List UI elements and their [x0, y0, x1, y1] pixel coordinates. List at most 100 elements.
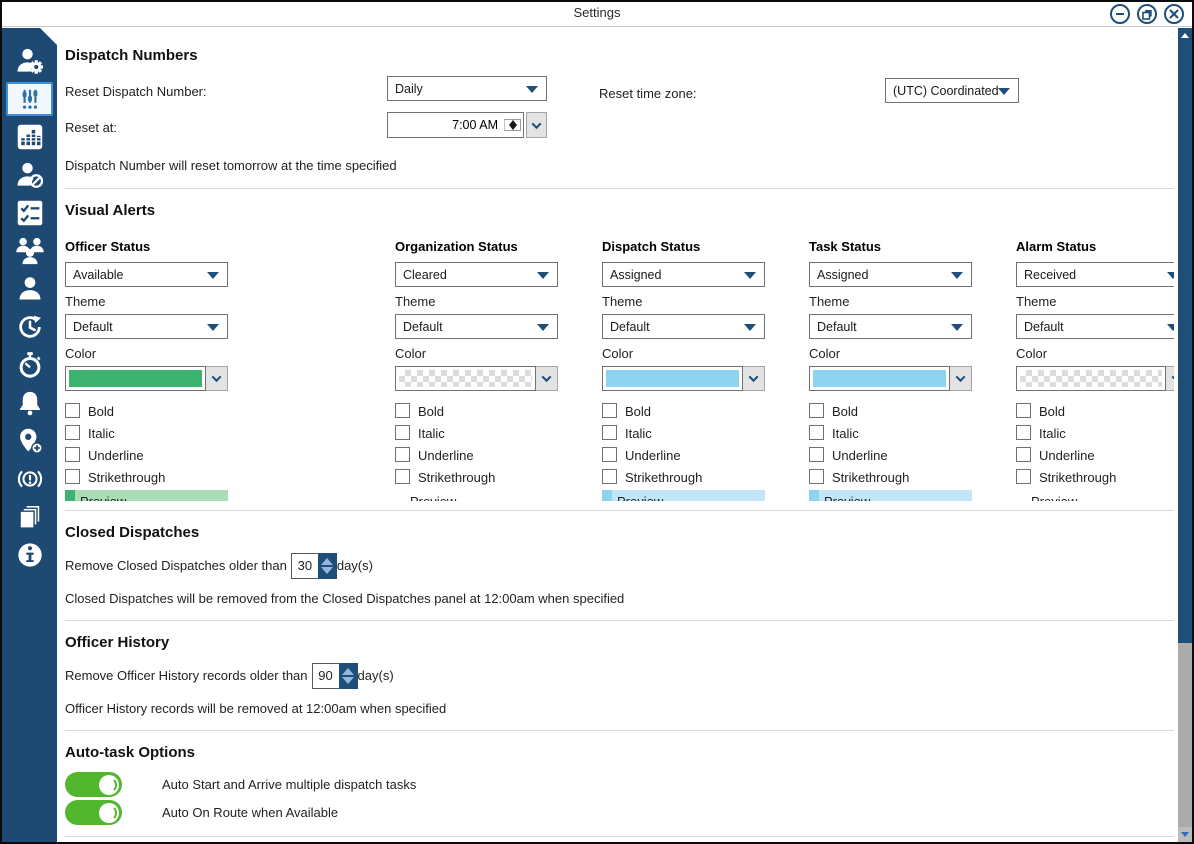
bold-checkbox-row[interactable]: Bold	[65, 399, 228, 421]
sidebar-item-stopwatch[interactable]	[6, 348, 53, 382]
alarm-status-dropdown[interactable]: Received	[1016, 262, 1174, 287]
strikethrough-checkbox-row[interactable]: Strikethrough	[1016, 465, 1174, 487]
strikethrough-checkbox[interactable]	[65, 468, 80, 484]
underline-checkbox[interactable]	[602, 446, 617, 462]
italic-checkbox-row[interactable]: Italic	[602, 421, 765, 443]
italic-checkbox-row[interactable]: Italic	[65, 421, 228, 443]
officer-theme-dropdown[interactable]: Default	[65, 314, 228, 339]
bold-checkbox[interactable]	[65, 402, 80, 418]
time-spin-down[interactable]	[505, 125, 520, 130]
officer-status-dropdown[interactable]: Available	[65, 262, 228, 287]
bold-checkbox[interactable]	[809, 402, 824, 418]
underline-checkbox-row[interactable]: Underline	[602, 443, 765, 465]
bold-checkbox-row[interactable]: Bold	[1016, 399, 1174, 421]
task-theme-dropdown[interactable]: Default	[809, 314, 972, 339]
color-dropdown-button[interactable]	[1166, 366, 1174, 391]
sidebar-item-organizations[interactable]	[6, 234, 53, 268]
underline-checkbox[interactable]	[65, 446, 80, 462]
sidebar-item-add-location[interactable]	[6, 424, 53, 458]
auto-on-route-row: Auto On Route when Available	[65, 799, 1174, 826]
dispatch-status-dropdown[interactable]: Assigned	[602, 262, 765, 287]
color-swatch[interactable]	[65, 366, 206, 391]
history-days-field[interactable]: 90	[311, 662, 339, 689]
italic-checkbox[interactable]	[1016, 424, 1031, 440]
color-dropdown-button[interactable]	[206, 366, 228, 391]
alarm-theme-dropdown[interactable]: Default	[1016, 314, 1174, 339]
italic-checkbox[interactable]	[809, 424, 824, 440]
scrollbar-thumb[interactable]	[1178, 43, 1192, 643]
sidebar-item-settings[interactable]	[6, 82, 53, 116]
closed-days-field[interactable]: 30	[290, 552, 318, 579]
strikethrough-checkbox-row[interactable]: Strikethrough	[809, 465, 972, 487]
color-label: Color	[1016, 346, 1048, 361]
sidebar-item-tasks[interactable]	[6, 196, 53, 230]
sidebar-item-alerts[interactable]	[6, 462, 53, 496]
sidebar-item-timers[interactable]	[6, 310, 53, 344]
italic-checkbox[interactable]	[602, 424, 617, 440]
organization-status-dropdown[interactable]: Cleared	[395, 262, 558, 287]
bold-checkbox-row[interactable]: Bold	[809, 399, 972, 421]
reset-timezone-dropdown[interactable]: (UTC) Coordinated Universal Time	[885, 78, 1019, 103]
bold-checkbox-row[interactable]: Bold	[602, 399, 765, 421]
italic-checkbox-row[interactable]: Italic	[1016, 421, 1174, 443]
auto-start-arrive-toggle[interactable]	[65, 772, 122, 797]
strikethrough-checkbox[interactable]	[809, 468, 824, 484]
strikethrough-checkbox-row[interactable]: Strikethrough	[602, 465, 765, 487]
auto-on-route-toggle[interactable]	[65, 800, 122, 825]
close-button[interactable]	[1164, 4, 1184, 24]
task-status-dropdown[interactable]: Assigned	[809, 262, 972, 287]
color-swatch[interactable]	[602, 366, 743, 391]
restore-button[interactable]	[1137, 4, 1157, 24]
italic-checkbox-row[interactable]: Italic	[809, 421, 972, 443]
underline-checkbox[interactable]	[395, 446, 410, 462]
italic-checkbox[interactable]	[65, 424, 80, 440]
remove-history-label: Remove Officer History records older tha…	[65, 668, 308, 683]
color-dropdown-button[interactable]	[950, 366, 972, 391]
minimize-button[interactable]	[1110, 4, 1130, 24]
reset-at-time-field[interactable]: 7:00 AM	[387, 112, 524, 138]
underline-checkbox-row[interactable]: Underline	[395, 443, 558, 465]
scrollbar-up-button[interactable]	[1178, 28, 1192, 43]
closed-days-spinner[interactable]	[317, 552, 337, 579]
underline-checkbox-row[interactable]: Underline	[809, 443, 972, 465]
underline-checkbox[interactable]	[1016, 446, 1031, 462]
strikethrough-checkbox-row[interactable]: Strikethrough	[395, 465, 558, 487]
sidebar-item-notifications[interactable]	[6, 386, 53, 420]
sidebar-item-reports[interactable]	[6, 120, 53, 154]
user-gear-icon	[17, 48, 43, 74]
time-dropdown-button[interactable]	[526, 112, 547, 138]
italic-checkbox[interactable]	[395, 424, 410, 440]
sidebar-item-documents[interactable]	[6, 500, 53, 534]
visual-alert-column-dispatch-status: Dispatch Status Assigned Theme Default C…	[602, 239, 765, 501]
color-dropdown-button[interactable]	[536, 366, 558, 391]
days-suffix-label: day(s)	[336, 558, 373, 573]
bold-checkbox[interactable]	[395, 402, 410, 418]
underline-checkbox-row[interactable]: Underline	[1016, 443, 1174, 465]
underline-checkbox[interactable]	[809, 446, 824, 462]
sidebar-item-officer-unavailable[interactable]	[6, 158, 53, 192]
strikethrough-checkbox[interactable]	[1016, 468, 1031, 484]
reset-dispatch-number-dropdown[interactable]: Daily	[387, 76, 547, 101]
history-days-spinner[interactable]	[338, 662, 358, 689]
vertical-scrollbar[interactable]	[1178, 28, 1192, 842]
strikethrough-checkbox[interactable]	[602, 468, 617, 484]
dispatch-theme-dropdown[interactable]: Default	[602, 314, 765, 339]
strikethrough-checkbox-row[interactable]: Strikethrough	[65, 465, 228, 487]
minimize-icon	[1116, 13, 1124, 15]
italic-checkbox-row[interactable]: Italic	[395, 421, 558, 443]
scrollbar-down-button[interactable]	[1178, 827, 1192, 842]
organization-theme-dropdown[interactable]: Default	[395, 314, 558, 339]
underline-checkbox-row[interactable]: Underline	[65, 443, 228, 465]
organization-color-picker	[395, 366, 558, 391]
sidebar-item-officers[interactable]	[6, 272, 53, 306]
color-swatch[interactable]	[395, 366, 536, 391]
strikethrough-checkbox[interactable]	[395, 468, 410, 484]
bold-checkbox[interactable]	[1016, 402, 1031, 418]
color-swatch[interactable]	[809, 366, 950, 391]
sidebar-item-about[interactable]	[6, 538, 53, 572]
bold-checkbox-row[interactable]: Bold	[395, 399, 558, 421]
color-dropdown-button[interactable]	[743, 366, 765, 391]
color-swatch[interactable]	[1016, 366, 1166, 391]
bold-checkbox[interactable]	[602, 402, 617, 418]
sidebar-item-officer-settings[interactable]	[6, 44, 53, 78]
